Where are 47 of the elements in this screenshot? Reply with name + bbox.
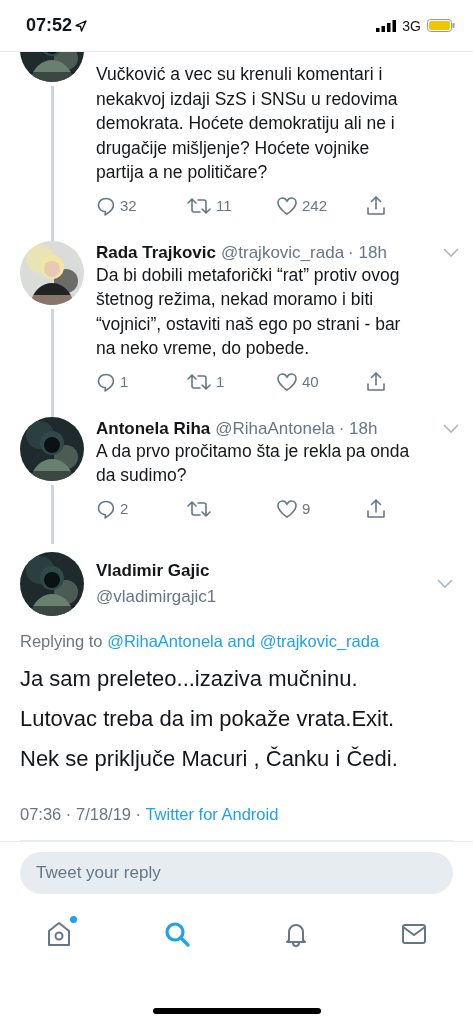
like-count: 40 [302, 373, 319, 390]
search-icon [163, 920, 192, 948]
mention-link[interactable]: @trajkovic_rada [259, 631, 380, 650]
reply-count: 1 [120, 373, 129, 390]
signal-icon [376, 19, 397, 32]
user-handle[interactable]: @vladimirgajic1 [96, 586, 437, 607]
and-connector: and [226, 631, 257, 650]
network-label: 3G [402, 17, 421, 34]
reply-count: 2 [120, 500, 129, 517]
reply-field[interactable]: Tweet your reply [20, 852, 453, 894]
like-count: 9 [302, 500, 311, 517]
retweet-icon[interactable] [186, 371, 212, 392]
replying-to-text: Replying to @RihaAntonela and @trajkovic_rada [20, 631, 381, 651]
share-icon[interactable] [366, 370, 386, 393]
tweet-time: · 18h [348, 242, 387, 263]
retweet-icon[interactable] [186, 498, 212, 519]
tweet-text: Da bi dobili metaforički “rat” protiv ovog štetnog režima, nekad moramo i biti “vojnici”, ostaviti naš ego po strani - bar na neko vreme, do pobede. [96, 263, 402, 360]
user-name[interactable]: Antonela Riha [96, 418, 211, 439]
retweet-count: 11 [216, 197, 232, 214]
notification-dot [70, 916, 78, 923]
battery-icon [427, 19, 455, 32]
tweet-text: Vučković a vec su krenuli komentari i nekakvoj izdaji SzS i SNSu u redovima demokrata. Hoćete demokratiju ali ne i drugačije mišljenje? Hoćete vojnike partija a ne političare? [96, 63, 399, 184]
reply-icon[interactable] [96, 195, 116, 216]
like-count: 242 [302, 197, 328, 214]
heart-icon[interactable] [276, 498, 298, 519]
heart-icon[interactable] [276, 371, 298, 392]
reply-icon[interactable] [96, 498, 116, 519]
mention-link[interactable]: @RihaAntonela [107, 631, 223, 650]
clock-time: 07:52 [26, 15, 73, 36]
thread-line [50, 484, 54, 544]
user-handle[interactable]: @trajkovic_rada [221, 242, 345, 263]
tweet-timestamp: 07:36 · 7/18/19 · [20, 804, 143, 823]
reply-icon[interactable] [96, 371, 116, 392]
user-name[interactable]: Vladimir Gajic [96, 560, 437, 581]
share-icon[interactable] [366, 497, 386, 520]
user-handle[interactable]: @RihaAntonela [215, 418, 335, 439]
reply-count: 32 [120, 197, 137, 214]
tweet-time: · 18h [338, 418, 378, 439]
user-name[interactable]: Rada Trajkovic [96, 242, 216, 263]
share-icon[interactable] [366, 194, 386, 217]
tweet-text: A da prvo pročitamo šta je rekla pa onda da sudimo? [96, 439, 411, 487]
source-link[interactable]: Twitter for Android [145, 804, 279, 823]
retweet-count: 1 [216, 373, 225, 390]
location-arrow-icon [75, 19, 88, 32]
retweet-icon[interactable] [186, 195, 212, 216]
heart-icon[interactable] [276, 195, 298, 216]
tweet-text: Ja sam preleteo...izaziva mučninu. Lutovac treba da im pokaže vrata.Exit. Nek se priključe Macuri , Čanku i Čedi. [20, 664, 399, 773]
